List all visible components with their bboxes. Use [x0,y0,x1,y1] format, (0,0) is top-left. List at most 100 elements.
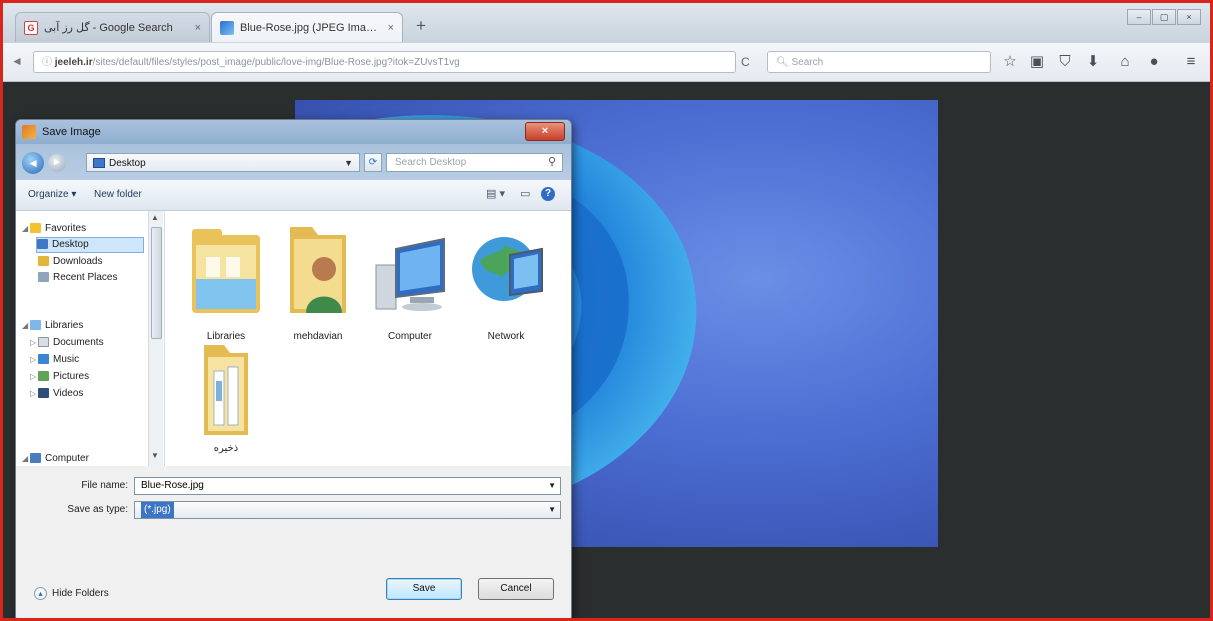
tab-blue-rose-image[interactable]: Blue-Rose.jpg (JPEG Image... × [211,12,403,42]
folder-icon [204,345,248,435]
search-desktop-input[interactable]: Search Desktop ⚲ [386,153,563,172]
nav-label: Libraries [45,320,84,331]
forward-icon[interactable]: ► [48,154,66,172]
music-icon [38,354,49,365]
save-type-value: (*.jpg) [141,502,174,518]
hide-folders-toggle[interactable]: ▴ Hide Folders [34,587,109,600]
nav-label: Pictures [53,371,90,382]
file-item-zakhireh[interactable]: ذخیره [181,339,271,459]
tab-close-icon[interactable]: × [388,22,394,34]
nav-label: Documents [53,337,104,348]
dialog-close-button[interactable]: × [525,122,565,141]
file-name-label: File name: [81,480,128,491]
network-icon [472,237,543,301]
nav-libraries[interactable]: ◢ Libraries [22,318,83,334]
tab-label: Blue-Rose.jpg (JPEG Image... [240,21,382,34]
nav-computer[interactable]: ◢ Computer [22,451,89,466]
scroll-up-icon[interactable]: ▲ [151,213,159,222]
expand-icon[interactable]: ▷ [30,352,38,368]
cancel-button[interactable]: Cancel [478,578,554,600]
navigation-pane: ◢ Favorites Desktop Downloads Recent Plac… [16,211,165,466]
file-item-network[interactable]: Network [461,219,551,354]
expand-icon[interactable]: ◢ [22,451,30,466]
save-button[interactable]: Save [386,578,462,600]
nav-label: Desktop [52,239,89,250]
nav-label: Downloads [53,256,103,267]
pocket-icon[interactable]: ⛉ [1056,52,1074,72]
help-icon[interactable]: ? [541,187,555,201]
menu-icon[interactable]: ≡ [1182,52,1200,72]
expand-icon[interactable]: ◢ [22,318,30,334]
chevron-down-icon[interactable]: ▼ [548,478,556,494]
collapse-icon: ▴ [34,587,47,600]
save-type-label: Save as type: [67,504,128,515]
back-arrow-icon[interactable]: ◄ [9,53,25,69]
clipboard-icon[interactable]: ▣ [1028,52,1046,72]
computer-icon [375,237,445,311]
addon-icon[interactable]: ● [1145,52,1163,72]
save-as-type-select[interactable]: (*.jpg) ▼ [134,501,561,519]
minimize-button[interactable]: – [1127,9,1151,25]
star-icon [30,223,41,234]
search-placeholder: Search Desktop [395,157,467,168]
home-icon[interactable]: ⌂ [1116,52,1134,72]
download-icon[interactable]: ⬇ [1084,52,1102,72]
maximize-button[interactable]: ▢ [1152,9,1176,25]
nav-desktop[interactable]: Desktop [36,237,144,253]
nav-documents[interactable]: ▷ Documents [30,335,104,351]
search-bar[interactable]: 🔍︎ Search [767,51,991,73]
videos-icon [38,388,49,399]
back-icon[interactable]: ◄ [22,152,44,174]
dialog-title-bar[interactable]: Save Image × [16,120,571,144]
navigation-scrollbar[interactable]: ▲ ▼ [148,211,163,466]
info-icon: ⓘ [42,57,55,68]
star-icon[interactable]: ☆ [1001,52,1019,72]
scrollbar-thumb[interactable] [151,227,162,339]
expand-icon[interactable]: ▷ [30,335,38,351]
hide-folders-label: Hide Folders [52,588,109,600]
file-name-value: Blue-Rose.jpg [141,480,204,491]
desktop-icon [93,158,105,168]
window-close-button[interactable]: × [1177,9,1201,25]
nav-pictures[interactable]: ▷ Pictures [30,369,89,385]
nav-favorites[interactable]: ◢ Favorites [22,221,86,237]
nav-label: Favorites [45,223,87,234]
command-bar: Organize ▾ New folder ▤ ▾ ▭ ? [16,180,571,211]
tab-close-icon[interactable]: × [195,22,201,34]
url-domain: jeeleh.ir [54,57,93,68]
scroll-down-icon[interactable]: ▼ [151,451,159,460]
nav-label: Recent Places [53,272,118,283]
expand-icon[interactable]: ▷ [30,386,38,402]
nav-label: Music [53,354,80,365]
organize-button[interactable]: Organize ▾ [28,189,76,200]
tab-google-search[interactable]: G گل رز آبی - Google Search × [15,12,210,42]
chevron-down-icon[interactable]: ▼ [344,154,353,173]
new-tab-button[interactable]: + [410,16,432,36]
nav-downloads[interactable]: Downloads [38,254,102,270]
new-folder-button[interactable]: New folder [94,189,142,200]
file-label: mehdavian [293,331,343,342]
location-breadcrumb[interactable]: Desktop ▼ [86,153,360,172]
expand-icon[interactable]: ◢ [22,221,30,237]
nav-recent-places[interactable]: Recent Places [38,270,117,286]
computer-icon [30,453,41,464]
expand-icon[interactable]: ▷ [30,369,38,385]
documents-icon [38,337,49,348]
file-item-mehdavian[interactable]: mehdavian [273,219,363,354]
nav-videos[interactable]: ▷ Videos [30,386,83,402]
tab-label: گل رز آبی - Google Search [44,22,173,34]
nav-music[interactable]: ▷ Music [30,352,79,368]
url-bar[interactable]: ⓘ jeeleh.ir/sites/default/files/styles/p… [33,51,736,73]
desktop-icon [37,239,48,250]
preview-pane-icon[interactable]: ▭ [520,187,530,200]
file-name-field[interactable]: Blue-Rose.jpg ▼ [134,477,561,495]
file-list: Libraries mehdavian Computer Network ذخی… [165,211,571,466]
chevron-down-icon[interactable]: ▼ [548,502,556,518]
file-item-libraries[interactable]: Libraries [181,219,271,354]
file-item-computer[interactable]: Computer [365,219,455,354]
refresh-icon[interactable]: ⟳ [364,153,382,172]
views-icon[interactable]: ▤ ▾ [486,187,505,200]
file-label: Computer [388,331,432,342]
downloads-icon [38,256,49,267]
reload-icon[interactable]: C [741,55,750,69]
